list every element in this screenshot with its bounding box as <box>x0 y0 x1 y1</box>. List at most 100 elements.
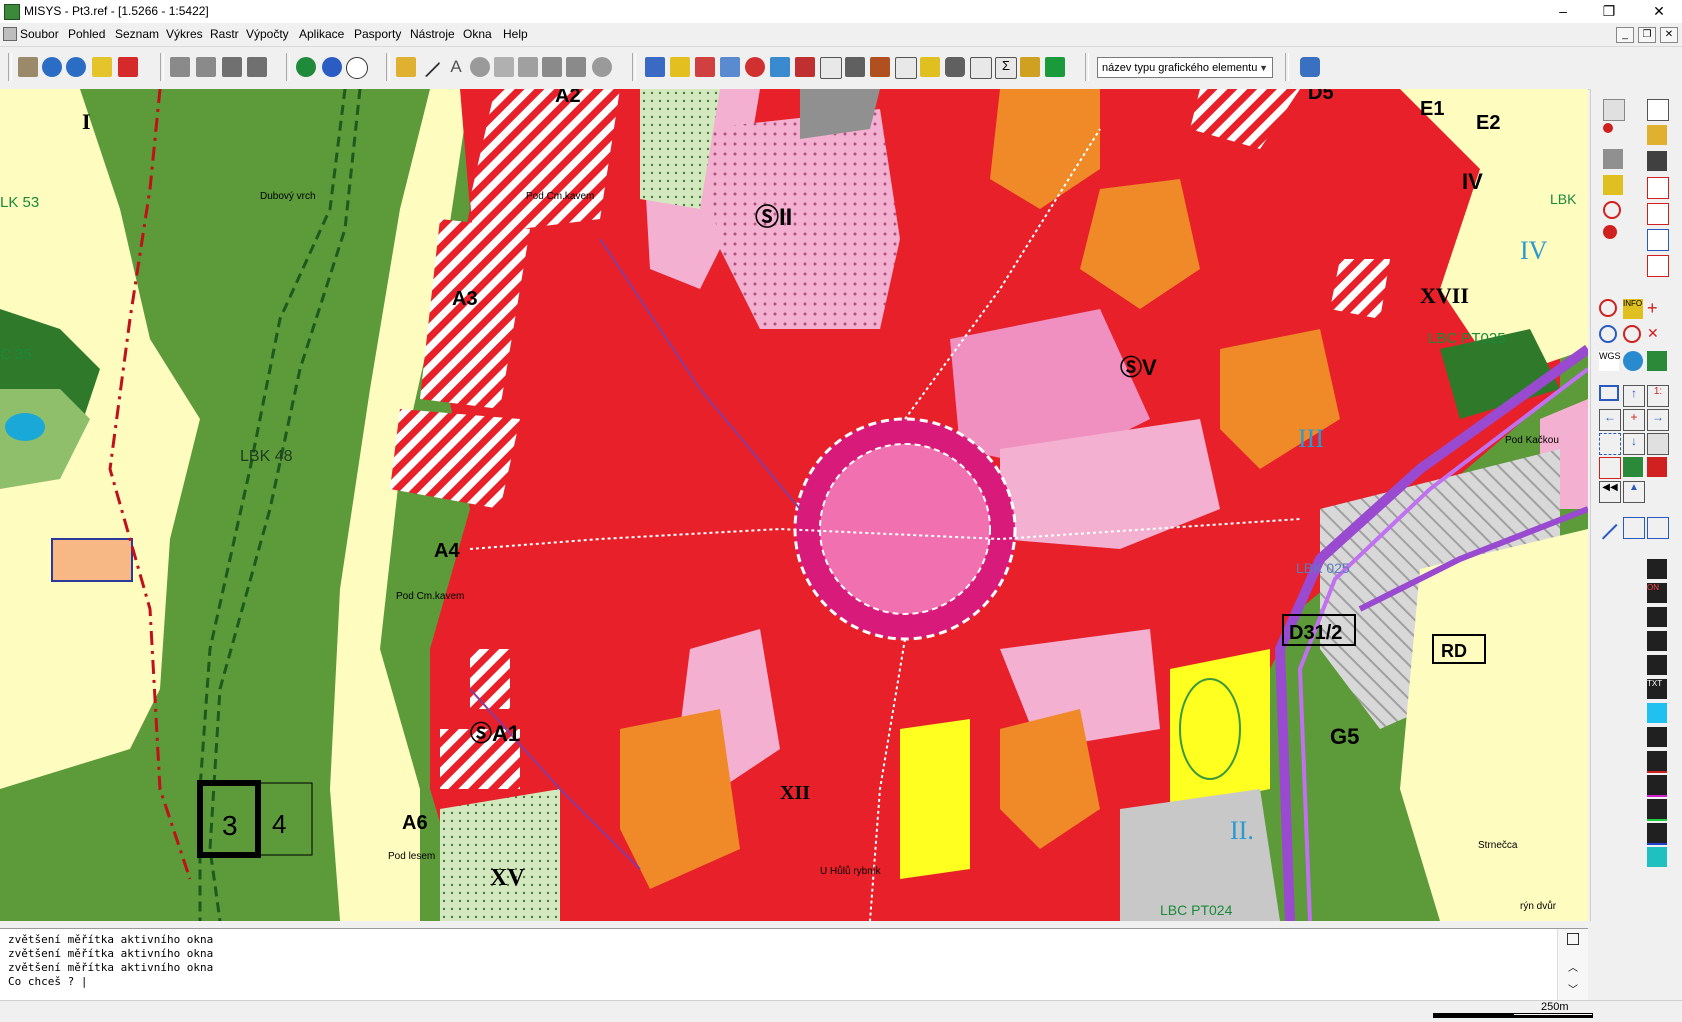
folder-open-icon[interactable] <box>396 57 416 77</box>
close-button[interactable]: ✕ <box>1636 0 1682 23</box>
export-icon[interactable] <box>1020 57 1040 77</box>
map-canvas[interactable]: A2 D5 E1 E2 IV LBK I LK 53 C 35 LBK 48 D… <box>0 89 1588 921</box>
zoom-out-icon[interactable] <box>66 57 86 77</box>
element-type-select[interactable]: název typu grafického elementu ▼ <box>1097 57 1273 78</box>
check-file-icon[interactable] <box>1647 203 1669 225</box>
scroll-up-icon[interactable]: ︿ <box>1568 959 1578 974</box>
arrow-up-icon[interactable]: ↑ <box>1623 385 1645 407</box>
undo-icon[interactable] <box>1599 299 1617 317</box>
table-icon[interactable] <box>845 57 865 77</box>
menu-aplikace[interactable]: Aplikace <box>299 27 344 41</box>
menu-okna[interactable]: Okna <box>463 27 492 41</box>
crosshair-icon[interactable] <box>1623 325 1641 343</box>
mdi-minimize-button[interactable]: _ <box>1616 27 1634 43</box>
menu-seznam[interactable]: Seznam <box>115 27 159 41</box>
tree-view-icon[interactable] <box>1623 457 1643 477</box>
point-select-icon[interactable] <box>1603 123 1613 133</box>
info-panel-icon[interactable]: INFO <box>1623 299 1643 319</box>
plus-icon[interactable]: + <box>1647 299 1667 319</box>
menu-rastr[interactable]: Rastr <box>210 27 239 41</box>
symbol-8-icon[interactable] <box>1647 775 1667 797</box>
pan-icon[interactable] <box>1647 433 1669 455</box>
map-view[interactable]: A2 D5 E1 E2 IV LBK I LK 53 C 35 LBK 48 D… <box>0 89 1588 921</box>
redraw-icon[interactable] <box>1599 457 1621 479</box>
text-icon[interactable]: A <box>446 57 466 77</box>
zoom-all-icon[interactable] <box>118 57 138 77</box>
print-setup-icon[interactable] <box>247 57 267 77</box>
maximize-pane-icon[interactable] <box>1567 933 1579 945</box>
fit-window-icon[interactable] <box>1599 433 1621 455</box>
goto-icon[interactable]: 1: <box>1647 385 1669 407</box>
mdi-restore-button[interactable]: ❐ <box>1638 27 1656 43</box>
globe-small-icon[interactable] <box>1623 351 1643 371</box>
plot-icon[interactable] <box>222 57 242 77</box>
new-file-icon[interactable] <box>1647 99 1669 121</box>
sum-icon[interactable]: Σ <box>995 57 1017 79</box>
save-icon[interactable] <box>542 57 562 77</box>
draw-line-icon[interactable] <box>1600 522 1618 540</box>
symbol-6-icon[interactable] <box>1647 727 1667 747</box>
menu-vykres[interactable]: Výkres <box>166 27 203 41</box>
register-icon[interactable] <box>870 57 890 77</box>
save-file-icon[interactable] <box>1647 151 1667 171</box>
menu-help[interactable]: Help <box>503 27 528 41</box>
sheets-icon[interactable] <box>970 57 992 79</box>
search-icon[interactable] <box>592 57 612 77</box>
minimize-button[interactable]: – <box>1540 0 1586 23</box>
zoom-window-icon[interactable] <box>92 57 112 77</box>
pencil-icon[interactable] <box>670 57 690 77</box>
brush-icon[interactable] <box>1603 175 1623 195</box>
scroll-down-icon[interactable]: ﹀ <box>1568 981 1578 996</box>
erase-icon[interactable] <box>518 57 538 77</box>
circle-select-icon[interactable] <box>1603 225 1617 239</box>
open-drawing-icon[interactable] <box>18 57 38 77</box>
tree-icon[interactable] <box>770 57 790 77</box>
gps-icon[interactable] <box>1045 57 1065 77</box>
line-icon[interactable] <box>423 60 441 78</box>
highlight-icon[interactable] <box>920 57 940 77</box>
symbol-3-icon[interactable] <box>1647 607 1667 627</box>
window-frame-icon[interactable] <box>1599 385 1619 401</box>
deselect-icon[interactable] <box>1603 149 1623 169</box>
menu-pasporty[interactable]: Pasporty <box>354 27 401 41</box>
mdi-close-button[interactable]: ✕ <box>1660 27 1678 43</box>
draw-polyline-icon[interactable] <box>1623 517 1645 539</box>
layer-toggle-icon[interactable] <box>1647 457 1667 477</box>
parcel-icon[interactable] <box>720 57 740 77</box>
command-window[interactable]: zvětšení měřítka aktivního okna zvětšení… <box>0 928 1588 1001</box>
symbol-1-icon[interactable] <box>1647 559 1667 579</box>
arrow-left-icon[interactable]: ← <box>1599 409 1621 431</box>
document-icon[interactable] <box>3 27 17 41</box>
zoom-in-icon[interactable] <box>42 57 62 77</box>
print-icon[interactable] <box>170 57 190 77</box>
symbol-2-icon[interactable]: ON <box>1647 583 1667 603</box>
arrow-down-icon[interactable]: ↓ <box>1623 433 1645 455</box>
symbol-7-icon[interactable] <box>1647 751 1667 773</box>
measure-icon[interactable] <box>795 57 815 77</box>
arrow-right-icon[interactable]: → <box>1647 409 1669 431</box>
triangle-up-icon[interactable]: ▲ <box>1623 481 1645 503</box>
center-icon[interactable]: + <box>1623 409 1645 431</box>
report-icon[interactable] <box>820 57 842 79</box>
select-icon[interactable] <box>494 57 514 77</box>
monitor-icon[interactable] <box>1647 847 1667 867</box>
target-icon[interactable] <box>745 57 765 77</box>
lasso-icon[interactable] <box>1603 201 1621 219</box>
house-icon[interactable] <box>695 57 715 77</box>
network-icon[interactable] <box>1300 57 1320 77</box>
select-pointer-icon[interactable] <box>1603 99 1625 121</box>
menu-vypocty[interactable]: Výpočty <box>246 27 289 41</box>
scale-icon[interactable]: ✕ <box>1647 325 1667 345</box>
menu-soubor[interactable]: Soubor <box>20 27 59 41</box>
copy-file-icon[interactable] <box>1647 255 1669 277</box>
draw-edit-icon[interactable] <box>1647 517 1669 539</box>
doc-list-icon[interactable] <box>895 57 917 79</box>
point-icon[interactable] <box>470 57 490 77</box>
image-icon[interactable] <box>1647 351 1667 371</box>
command-scrollbar[interactable]: ︿ ﹀ <box>1557 929 1588 1001</box>
symbol-4-icon[interactable] <box>1647 631 1667 651</box>
redo-icon[interactable] <box>1599 325 1617 343</box>
wgs-icon[interactable]: WGS <box>1599 351 1621 371</box>
maximize-button[interactable]: ❐ <box>1586 0 1632 23</box>
text-tool-icon[interactable]: TXT <box>1647 679 1667 699</box>
